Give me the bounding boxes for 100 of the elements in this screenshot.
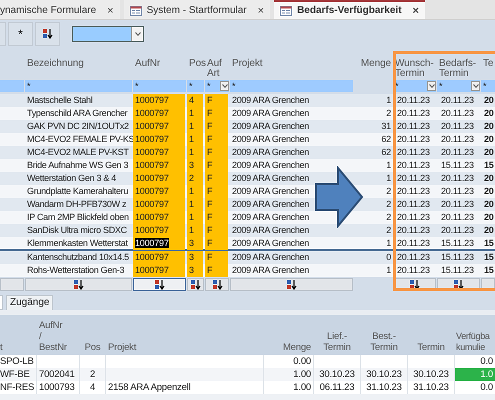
column-header[interactable]: Menge [264, 342, 313, 355]
table-cell-text: 20 [483, 107, 495, 120]
document-tab[interactable]: System - Startformular × [124, 0, 270, 19]
document-tab[interactable]: ynamische Formulare × [0, 0, 120, 19]
table-cell-text: Klemmenkasten Wetterstat [26, 237, 129, 250]
table-cell-text: 20.11.23 [396, 120, 431, 133]
column-header[interactable]: Projekt [106, 342, 263, 355]
column-header[interactable]: Verfügba kumulie [455, 331, 495, 355]
table-cell-text: 20.11.23 [440, 198, 475, 211]
close-button[interactable]: × [258, 4, 264, 16]
table-cell: 1.00 [264, 381, 313, 394]
table-cell-text: 1 [385, 94, 392, 107]
table-cell: 1.00 [264, 368, 313, 381]
table-cell-text: 15.11.23 [440, 251, 475, 264]
table-cell-text: 20.11.23 [396, 211, 431, 224]
sort-button[interactable] [133, 278, 186, 291]
filter-field[interactable]: * [205, 80, 229, 92]
table-cell: F [205, 172, 228, 185]
table-cell-text: 20.11.23 [396, 198, 431, 211]
sort-ascending-icon [409, 279, 420, 290]
table-cell [314, 355, 360, 368]
table-row[interactable]: IP Cam 2MP Blickfeld oben 1000797 1 F 2009 ARA Grenchen 2 20.11.23 20.11.23 20 [0, 211, 495, 224]
tab[interactable]: Zugänge [6, 295, 54, 310]
table-cell-text: 2009 ARA Grenchen [231, 172, 310, 185]
table-row[interactable]: Wetterstation Gen 3 & 4 1000797 2 F 2009 ARA Grenchen 1 20.11.23 20.11.23 20 [0, 172, 495, 185]
table-cell-text: Typenschild ARA Grencher [26, 107, 128, 120]
dropdown-button[interactable] [471, 81, 480, 91]
table-cell-text: 20.11.23 [440, 94, 475, 107]
table-cell: F [205, 146, 228, 159]
table-cell-text: 2009 ARA Grenchen [231, 251, 310, 264]
table-cell: 31.10.23 [408, 381, 454, 394]
table-row[interactable]: Kantenschutzband 10x14.5 1000797 3 F 2009 ARA Grenchen 0 20.11.23 15.11.23 15 [0, 251, 495, 264]
column-header[interactable]: Bezeichnung [25, 47, 132, 80]
dropdown-button[interactable] [220, 81, 229, 91]
table-cell-text: 20 [483, 198, 495, 211]
column-header[interactable]: AufNr [133, 47, 186, 80]
column-header[interactable]: Menge [354, 47, 392, 80]
table-cell: 3 [187, 264, 203, 277]
sort-ascending-icon [453, 279, 464, 290]
close-button[interactable]: × [412, 4, 419, 16]
dropdown-button[interactable] [427, 81, 436, 91]
table-cell: F [205, 211, 228, 224]
column-header[interactable]: Pos [187, 47, 204, 80]
table-cell: 3 [187, 251, 203, 264]
table-cell-text: 20 [483, 172, 495, 185]
filter-field[interactable]: * [133, 80, 186, 92]
table-cell: 0.00 [264, 355, 313, 368]
table-row[interactable]: Rohs-Wetterstation Gen-3 1000797 3 F 2009 ARA Grenchen 1 20.11.23 15.11.23 15 [0, 264, 495, 277]
column-header[interactable]: Auf Art [205, 47, 229, 80]
table-cell-text: Bride Aufnahme WS Gen 3 [26, 159, 130, 172]
table-row[interactable]: Mastschelle Stahl 1000797 4 F 2009 ARA Grenchen 1 20.11.23 20.11.23 20 [0, 94, 495, 107]
column-header[interactable]: Pos [80, 342, 105, 355]
filter-field[interactable]: * [481, 80, 495, 92]
chevron-down-icon [222, 84, 228, 88]
table-cell-text: SanDisk Ultra micro SDXC [26, 224, 128, 237]
close-button[interactable]: × [107, 4, 114, 16]
column-header[interactable]: t [0, 342, 36, 355]
column-header[interactable]: AufNr / BestNr [37, 320, 79, 355]
sort-button[interactable] [187, 278, 204, 291]
table-row[interactable]: MC4-EVO2 MALE PV-KST 1000797 1 F 2009 ARA Grenchen 62 20.11.23 20.11.23 20 [0, 146, 495, 159]
table-cell-text: 20 [483, 185, 495, 198]
table-row[interactable]: Typenschild ARA Grencher 1000797 1 F 2009 ARA Grenchen 2 20.11.23 20.11.23 20 [0, 107, 495, 120]
column-header[interactable]: Te [481, 47, 495, 80]
column-header[interactable]: Wunsch- Termin [393, 47, 436, 80]
table-cell: F [205, 133, 228, 146]
table-cell-text: 20.11.23 [396, 172, 431, 185]
table-cell-text: 20.11.23 [440, 146, 475, 159]
filter-field[interactable]: * [187, 80, 204, 92]
table-cell: 1 [187, 133, 203, 146]
table-cell-text: 2009 ARA Grenchen [231, 198, 310, 211]
filter-field[interactable]: * [437, 80, 480, 92]
column-header[interactable]: Bedarfs- Termin [437, 47, 480, 80]
table-row[interactable]: Bride Aufnahme WS Gen 3 1000797 3 F 2009 ARA Grenchen 1 20.11.23 15.11.23 15 [0, 159, 495, 172]
column-header[interactable]: Projekt [230, 47, 353, 80]
table-row[interactable]: SanDisk Ultra micro SDXC 1000797 1 F 2009 ARA Grenchen 2 20.11.23 20.11.23 20 [0, 224, 495, 237]
table-cell: 1000793 [37, 381, 79, 394]
sort-button[interactable] [35, 22, 60, 46]
table-cell-text: 2009 ARA Grenchen [231, 94, 310, 107]
filter-field[interactable]: * [25, 80, 132, 92]
table-cell [408, 355, 454, 368]
column-header[interactable]: Termin [408, 342, 454, 355]
table-cell-text: 20.11.23 [440, 120, 475, 133]
table-cell: SPO-LB [0, 355, 36, 368]
table-cell: F [205, 264, 228, 277]
table-cell-text: 2009 ARA Grenchen [231, 237, 310, 250]
column-header[interactable]: Best.- Termin [361, 331, 407, 355]
new-record-button[interactable]: * [8, 22, 33, 46]
table-row[interactable]: Klemmenkasten Wetterstat 1000797 3 F 2009 ARA Grenchen 1 20.11.23 15.11.23 15 [0, 237, 495, 251]
table-row[interactable]: Wandarm DH-PFB730W z 1000797 1 F 2009 ARA Grenchen 2 20.11.23 20.11.23 20 [0, 198, 495, 211]
table-row[interactable]: GAK PVN DC 2IN/1OUTx2 1000797 1 F 2009 ARA Grenchen 31 20.11.23 20.11.23 20 [0, 120, 495, 133]
combo-box[interactable] [72, 26, 144, 42]
document-tab[interactable]: Bedarfs-Verfügbarkeit × [274, 0, 425, 19]
sort-button[interactable] [205, 278, 229, 291]
table-cell-text: 2009 ARA Grenchen [231, 146, 310, 159]
table-cell-text: 62 [380, 146, 392, 159]
sort-descending-icon [154, 279, 165, 290]
table-row[interactable]: Grundplatte Kamerahalteru 1000797 1 F 2009 ARA Grenchen 2 20.11.23 20.11.23 20 [0, 185, 495, 198]
table-cell: F [205, 251, 228, 264]
column-header[interactable]: Lief.- Termin [314, 331, 360, 355]
filter-field[interactable]: * [230, 80, 353, 92]
